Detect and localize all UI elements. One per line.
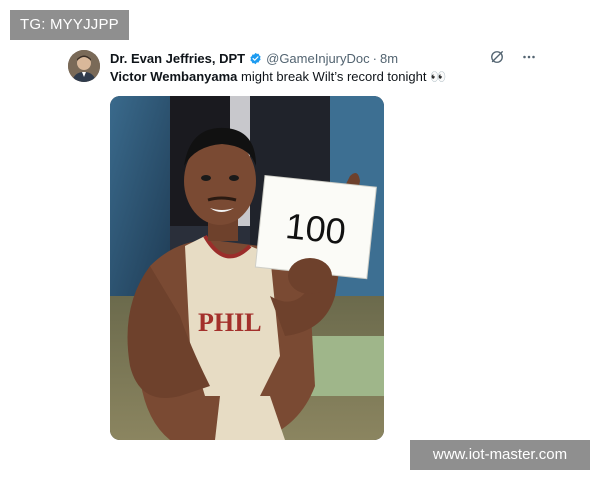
- more-dots-icon[interactable]: [520, 48, 538, 66]
- jersey-text: PHIL: [198, 308, 262, 337]
- sign-text: 100: [284, 205, 348, 252]
- page: TG: MYYJJPP Dr. Evan Jeffries, DPT @Game…: [0, 0, 600, 480]
- tweet-text-body: might break Wilt’s record tonight: [237, 69, 427, 84]
- watermark-top: TG: MYYJJPP: [10, 10, 129, 40]
- verified-badge-icon: [250, 52, 261, 65]
- user-avatar-icon: [68, 50, 100, 82]
- separator-dot: ·: [372, 51, 377, 66]
- tweet-text-mention: Victor Wembanyama: [110, 69, 238, 84]
- author-avatar[interactable]: [68, 50, 100, 82]
- tweet-header-actions: [488, 48, 538, 66]
- author-handle[interactable]: @GameInjuryDoc: [266, 51, 370, 66]
- eyes-emoji: 👀: [430, 69, 447, 84]
- tweet-header: Dr. Evan Jeffries, DPT @GameInjuryDoc · …: [110, 51, 398, 66]
- slash-circle-icon[interactable]: [488, 48, 506, 66]
- tweet-card[interactable]: Dr. Evan Jeffries, DPT @GameInjuryDoc · …: [60, 42, 546, 452]
- watermark-bottom: www.iot-master.com: [410, 440, 590, 470]
- tweet-timestamp[interactable]: 8m: [380, 51, 398, 66]
- wilt-100-photo: PHIL 100: [110, 96, 384, 440]
- tweet-media-image[interactable]: PHIL 100: [110, 96, 384, 440]
- author-display-name[interactable]: Dr. Evan Jeffries, DPT: [110, 51, 245, 66]
- tweet-text: Victor Wembanyama might break Wilt’s rec…: [110, 69, 446, 85]
